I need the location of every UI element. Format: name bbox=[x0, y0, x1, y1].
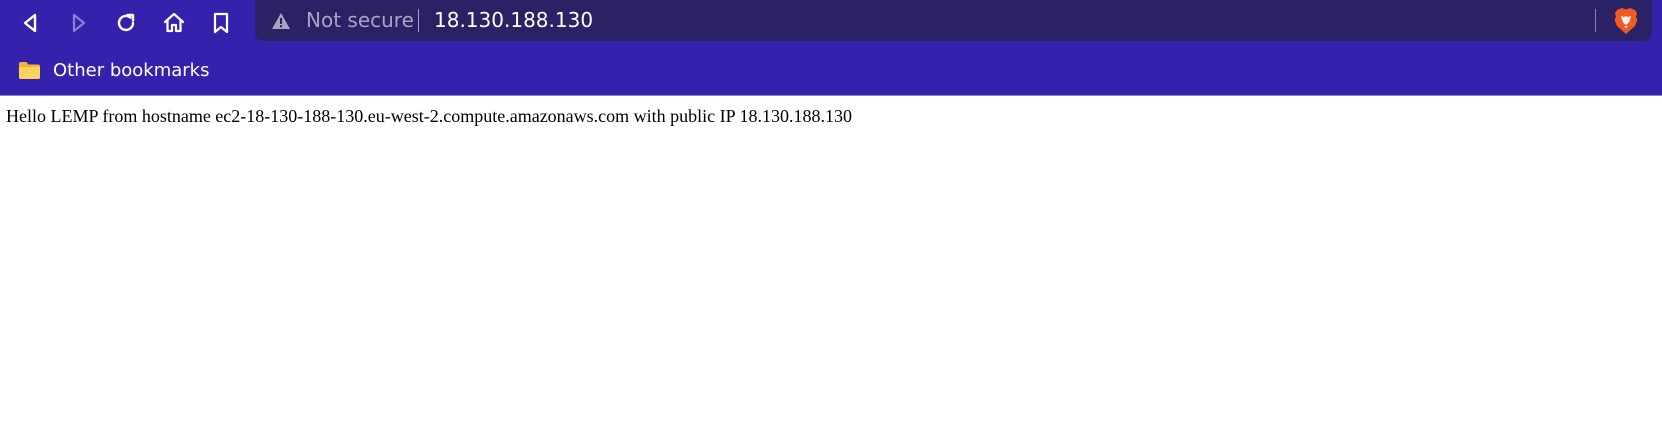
page-content: Hello LEMP from hostname ec2-18-130-188-… bbox=[0, 96, 1662, 424]
page-body-text: Hello LEMP from hostname ec2-18-130-188-… bbox=[6, 106, 852, 126]
reload-icon bbox=[117, 13, 135, 32]
back-button[interactable] bbox=[16, 8, 46, 38]
reload-button[interactable] bbox=[111, 8, 141, 38]
forward-button[interactable] bbox=[63, 8, 93, 38]
brave-shields-icon[interactable] bbox=[1613, 7, 1639, 35]
security-status-label[interactable]: Not secure bbox=[306, 8, 414, 32]
warning-icon[interactable] bbox=[271, 11, 291, 31]
bookmark-label: Other bookmarks bbox=[53, 59, 210, 81]
browser-window: Not secure 18.130.188.130 Other bookmark… bbox=[0, 0, 1662, 424]
back-icon bbox=[23, 13, 37, 33]
bookmark-icon bbox=[213, 12, 229, 34]
address-bar[interactable]: Not secure 18.130.188.130 bbox=[255, 0, 1652, 41]
forward-icon bbox=[72, 13, 86, 33]
address-divider bbox=[418, 9, 419, 32]
home-button[interactable] bbox=[159, 8, 189, 38]
bookmark-other-bookmarks[interactable]: Other bookmarks bbox=[18, 56, 209, 84]
bookmark-button[interactable] bbox=[206, 8, 236, 38]
home-icon bbox=[163, 12, 185, 33]
address-divider-right bbox=[1595, 9, 1596, 32]
browser-toolbar: Not secure 18.130.188.130 bbox=[0, 0, 1662, 46]
bookmarks-bar: Other bookmarks bbox=[0, 46, 1662, 96]
folder-icon bbox=[19, 61, 40, 79]
url-text[interactable]: 18.130.188.130 bbox=[434, 8, 593, 32]
